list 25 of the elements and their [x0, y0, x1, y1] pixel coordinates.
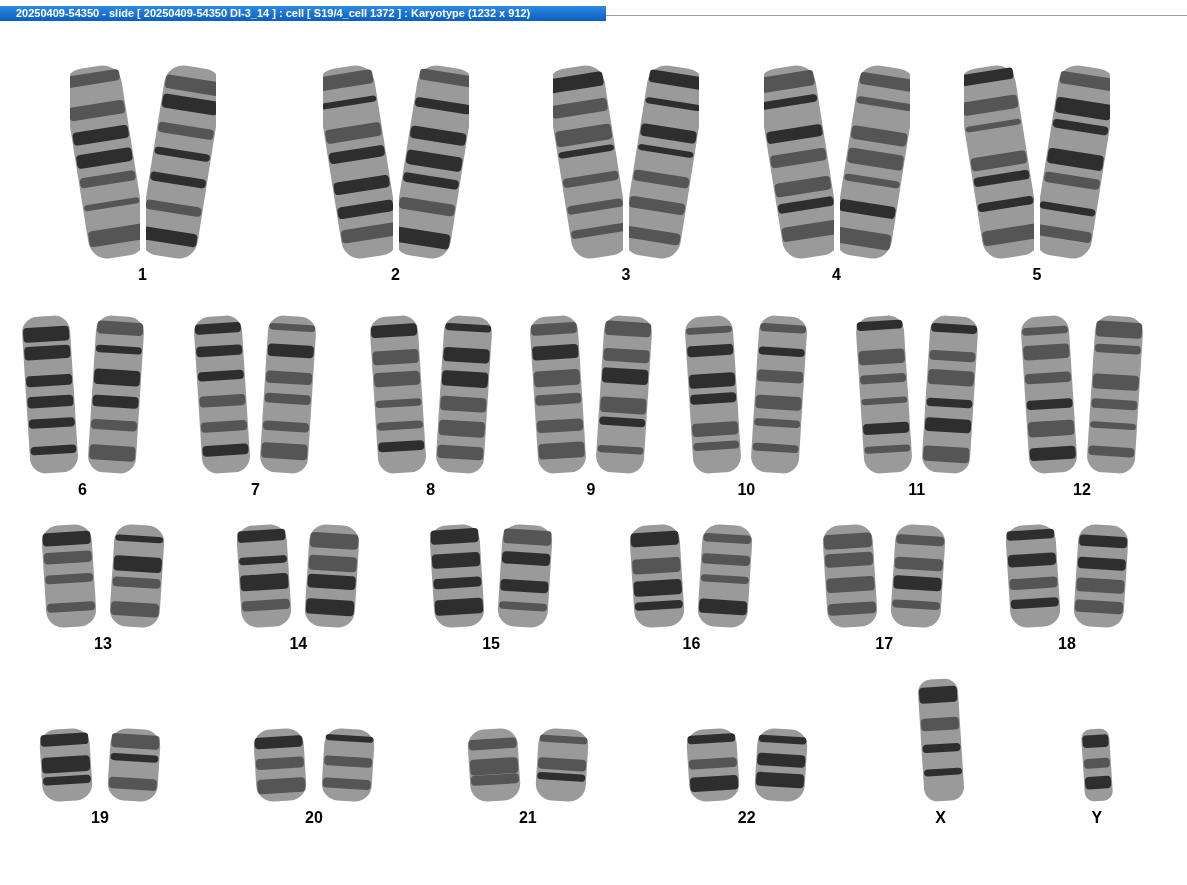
chromosome-number: 17 [875, 635, 894, 653]
chromosome-number: 5 [1032, 266, 1042, 284]
chromosome-number: 13 [94, 635, 112, 653]
chromosome-number: 11 [908, 481, 926, 499]
chromosome-number: 9 [586, 481, 596, 499]
chromosome-number: 19 [91, 809, 109, 827]
chromosome-number: 14 [289, 635, 308, 653]
chromosome-number: 16 [682, 635, 701, 653]
window-title: 20250409-54350 - slide [ 20250409-54350 DI-3_14 ] : cell [ S19/4_cell 1372 ] : Karyotype (1232 x 912) [0, 6, 606, 21]
chromosome-number: 20 [305, 809, 323, 827]
chromosome-number: 15 [482, 635, 500, 653]
chromosome-number: 3 [621, 266, 631, 284]
chromosome-number: 21 [518, 809, 537, 827]
chromosome-number: Y [1091, 809, 1103, 827]
chromosome-number: 2 [391, 266, 400, 284]
chromosome-number: 1 [138, 266, 147, 284]
chromosome-number: 7 [250, 481, 260, 499]
chromosome-number: 18 [1058, 635, 1076, 653]
chromosome-number: 8 [426, 481, 436, 499]
chromosome-number: X [935, 809, 946, 827]
chromosome-number: 22 [737, 809, 756, 827]
chromosome-number: 12 [1073, 481, 1091, 499]
chromosome-number: 4 [832, 266, 841, 284]
chromosome-number: 6 [78, 481, 87, 499]
chromosome-number: 10 [737, 481, 756, 499]
